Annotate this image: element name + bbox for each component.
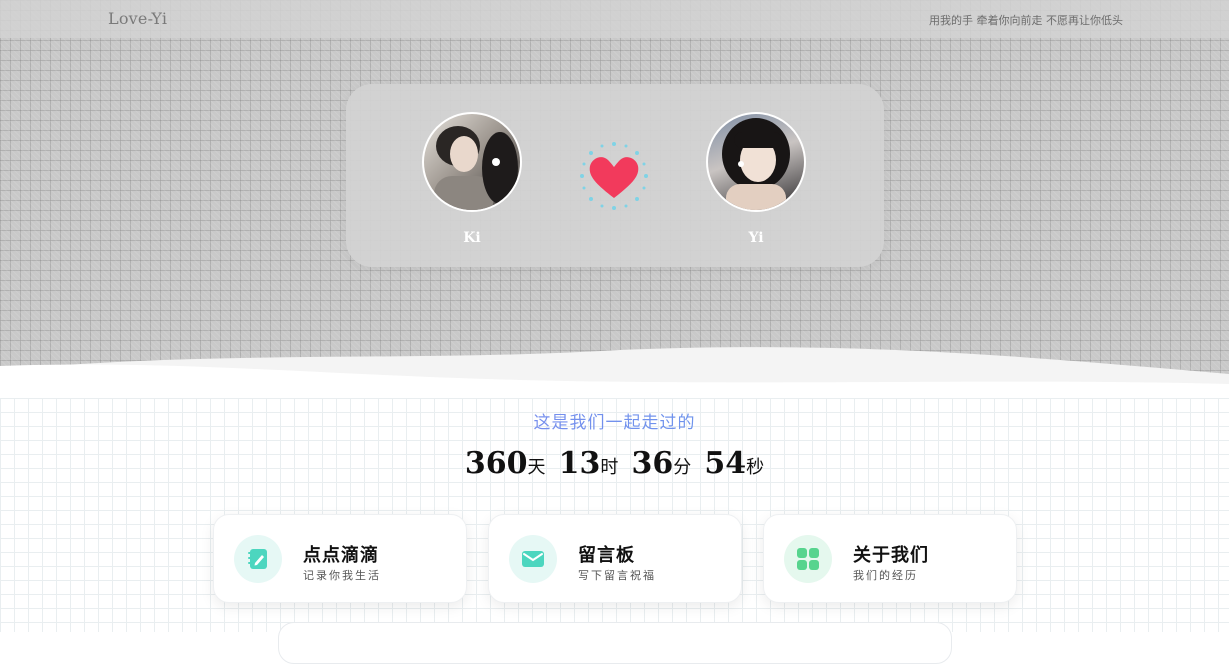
nav-card-guestbook[interactable]: 留言板 写下留言祝福 (488, 514, 742, 603)
couple-card: Ki Yi (346, 84, 884, 267)
nav-subtitle-guestbook: 写下留言祝福 (578, 569, 656, 582)
nav-card-moments[interactable]: 点点滴滴 记录你我生活 (213, 514, 467, 603)
mail-icon (509, 535, 557, 583)
notebook-icon (234, 535, 282, 583)
nav-card-about[interactable]: 关于我们 我们的经历 (763, 514, 1017, 603)
left-name: Ki (463, 230, 481, 246)
nav-title-moments: 点点滴滴 (303, 545, 379, 566)
hours-value: 13 (558, 446, 601, 481)
header-motto: 用我的手 牵着你向前走 不愿再让你低头 (929, 14, 1123, 27)
top-header: Love-Yi 用我的手 牵着你向前走 不愿再让你低头 (0, 0, 1229, 38)
nav-title-guestbook: 留言板 (578, 545, 635, 566)
next-section-card (278, 622, 952, 664)
nav-subtitle-about: 我们的经历 (853, 569, 918, 582)
seconds-unit: 秒 (746, 457, 765, 478)
avatar-right (706, 112, 806, 212)
love-timer: 360天 13时 36分 54秒 (0, 446, 1229, 481)
avatar-right-image (722, 118, 790, 210)
grid-icon (784, 535, 832, 583)
site-brand[interactable]: Love-Yi (108, 9, 167, 28)
avatar-left-image (434, 126, 518, 210)
avatar-left (422, 112, 522, 212)
nav-title-about: 关于我们 (853, 545, 929, 566)
wave-divider (0, 347, 1229, 402)
nav-subtitle-moments: 记录你我生活 (303, 569, 381, 582)
together-heading: 这是我们一起走过的 (0, 408, 1229, 433)
seconds-value: 54 (704, 446, 747, 481)
minutes-value: 36 (631, 446, 674, 481)
minutes-unit: 分 (673, 457, 692, 478)
heart-icon (580, 142, 648, 210)
days-value: 360 (464, 446, 528, 481)
hours-unit: 时 (600, 457, 619, 478)
right-name: Yi (748, 230, 764, 246)
days-unit: 天 (527, 457, 546, 478)
